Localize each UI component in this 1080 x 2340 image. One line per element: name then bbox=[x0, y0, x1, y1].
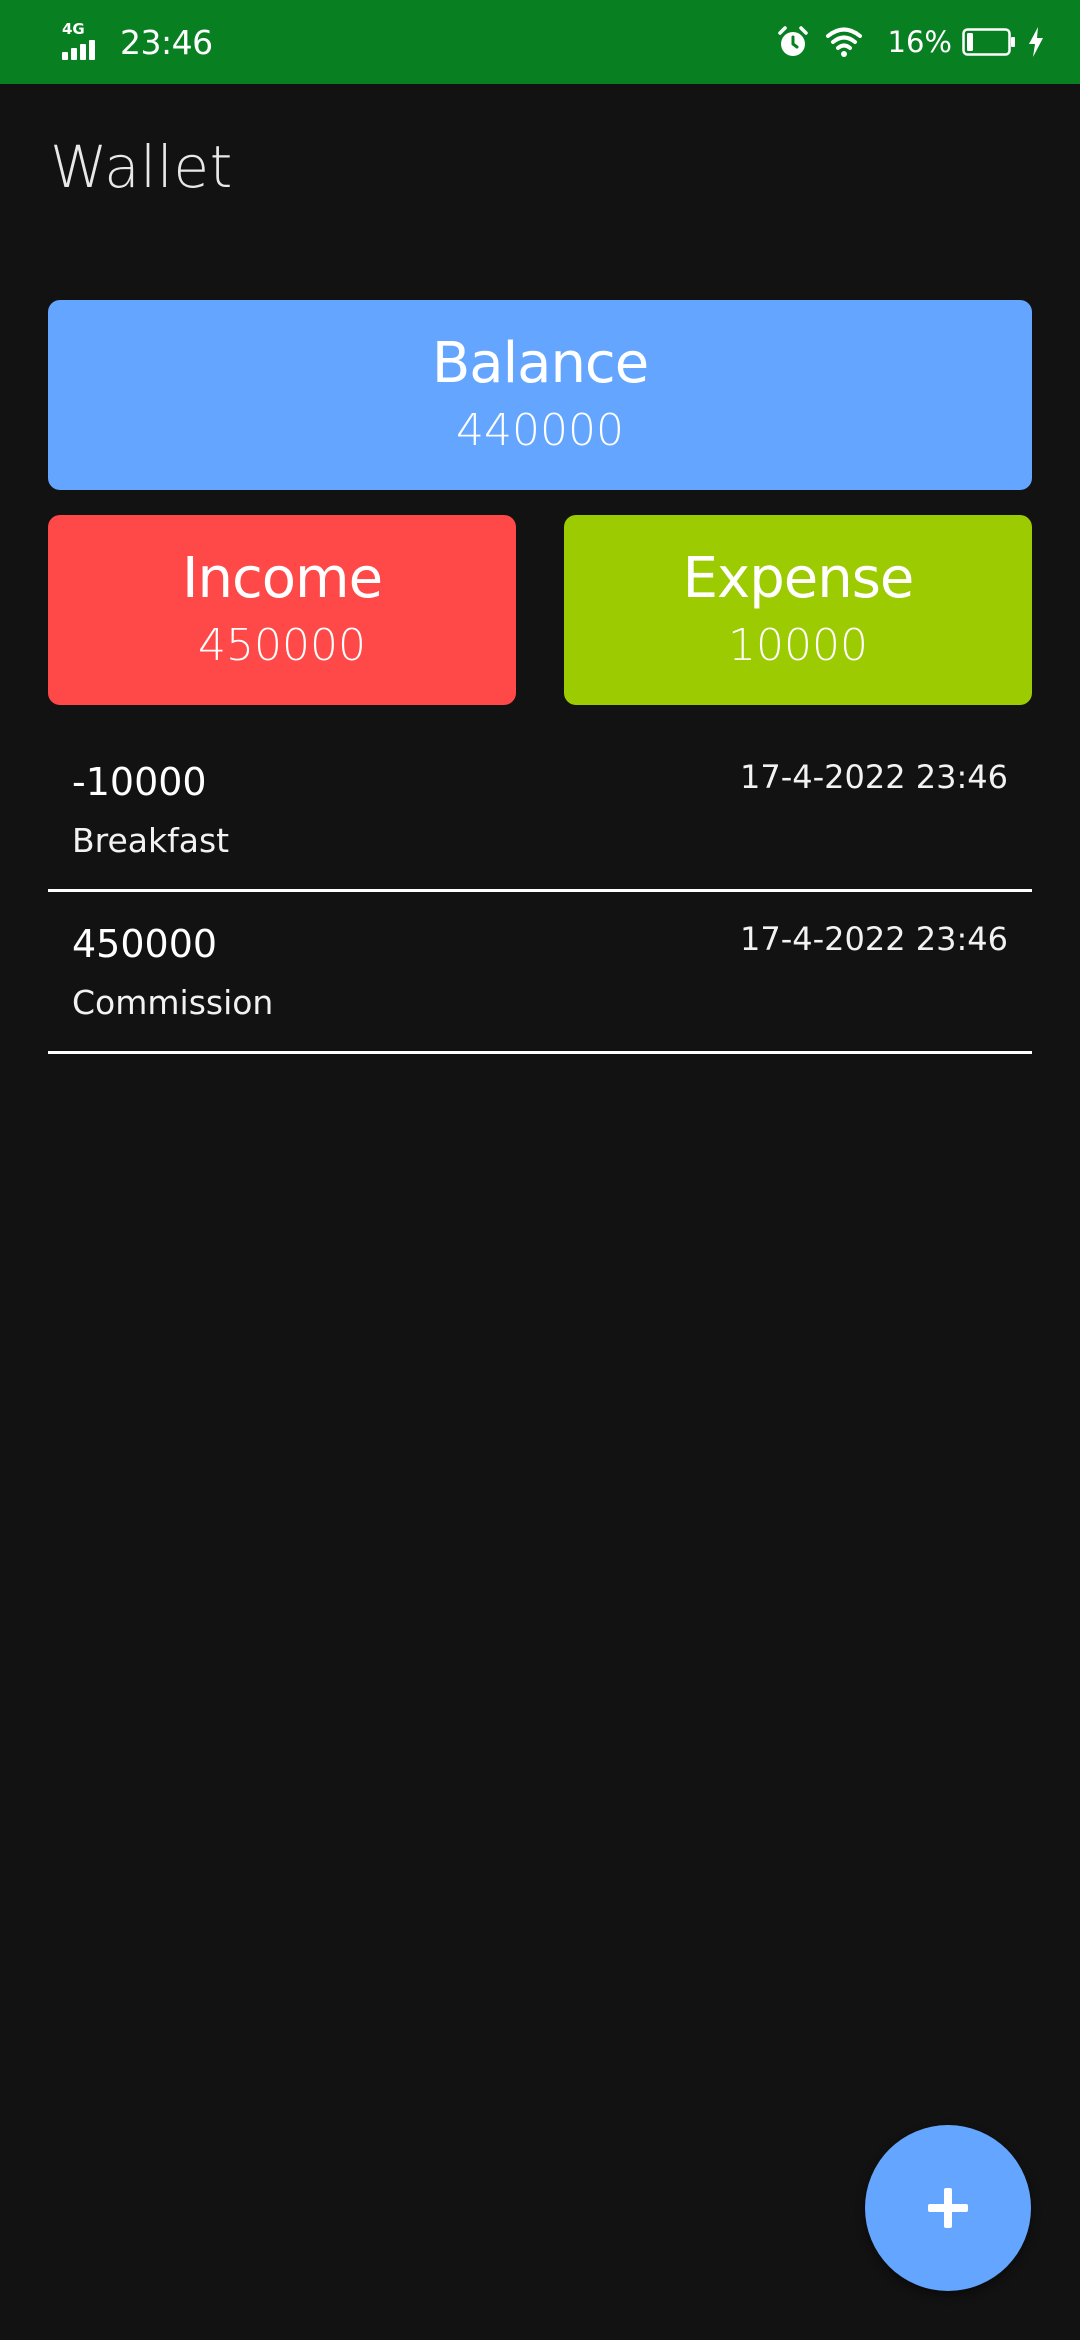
income-card: Income 450000 bbox=[48, 515, 516, 705]
page-title: Wallet bbox=[50, 133, 233, 201]
plus-icon bbox=[928, 2188, 968, 2228]
transaction-description: Breakfast bbox=[72, 821, 230, 860]
battery-icon bbox=[962, 28, 1016, 56]
status-time: 23:46 bbox=[120, 22, 213, 62]
expense-label: Expense bbox=[682, 546, 915, 611]
transaction-item[interactable]: -10000 17-4-2022 23:46 Breakfast bbox=[48, 730, 1032, 892]
transaction-datetime: 17-4-2022 23:46 bbox=[740, 920, 1008, 958]
transaction-amount: -10000 bbox=[72, 760, 207, 804]
battery-percent: 16% bbox=[887, 25, 952, 59]
expense-value: 10000 bbox=[728, 620, 868, 671]
expense-card: Expense 10000 bbox=[564, 515, 1032, 705]
alarm-icon bbox=[776, 25, 810, 59]
charging-icon bbox=[1028, 27, 1044, 57]
add-transaction-button[interactable] bbox=[865, 2125, 1031, 2291]
balance-card: Balance 440000 bbox=[48, 300, 1032, 490]
status-bar: 4G 23:46 16% bbox=[0, 0, 1080, 84]
status-bar-left: 4G 23:46 bbox=[62, 0, 213, 84]
transaction-description: Commission bbox=[72, 983, 274, 1022]
transaction-amount: 450000 bbox=[72, 922, 218, 966]
transaction-item[interactable]: 450000 17-4-2022 23:46 Commission bbox=[48, 892, 1032, 1054]
status-bar-right: 16% bbox=[776, 0, 1044, 84]
signal-icon bbox=[62, 40, 95, 60]
signal-indicator: 4G bbox=[62, 22, 112, 62]
transaction-datetime: 17-4-2022 23:46 bbox=[740, 758, 1008, 796]
balance-label: Balance bbox=[431, 331, 649, 396]
transaction-list: -10000 17-4-2022 23:46 Breakfast 450000 … bbox=[48, 730, 1032, 1054]
wifi-icon bbox=[825, 27, 862, 57]
income-value: 450000 bbox=[198, 620, 366, 671]
income-label: Income bbox=[181, 546, 383, 611]
network-type-label: 4G bbox=[62, 20, 85, 38]
balance-value: 440000 bbox=[456, 405, 624, 456]
